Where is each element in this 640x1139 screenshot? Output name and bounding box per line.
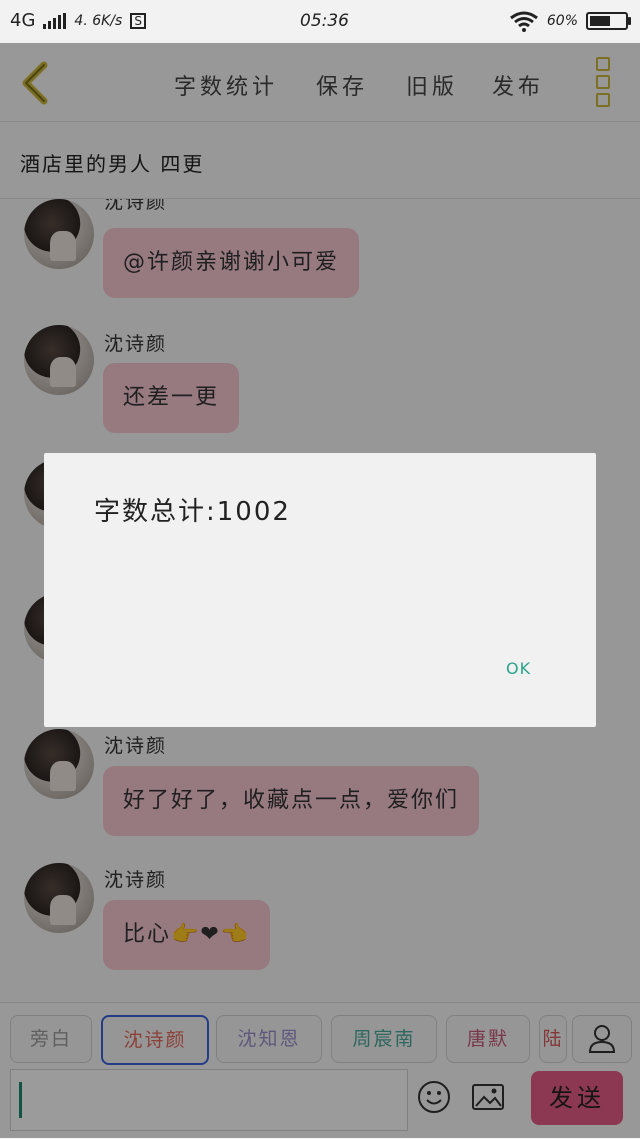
battery-icon [586,12,631,30]
network-type: 4G [10,10,36,31]
ok-button[interactable]: OK [506,659,531,678]
status-time: 05:36 [300,11,349,31]
status-bar: 4G 4. 6K/s S 05:36 60% [0,0,640,43]
status-right: 60% [509,10,631,32]
sim-icon: S [130,12,146,29]
status-left: 4G 4. 6K/s S [10,10,146,31]
network-speed: 4. 6K/s [74,12,123,29]
battery-fill [590,16,611,26]
signal-icon [43,12,67,29]
word-count-dialog: 字数总计:1002 OK [44,453,596,727]
wifi-icon [509,11,538,32]
dialog-message: 字数总计:1002 [94,497,291,527]
battery-percent: 60% [546,13,578,29]
